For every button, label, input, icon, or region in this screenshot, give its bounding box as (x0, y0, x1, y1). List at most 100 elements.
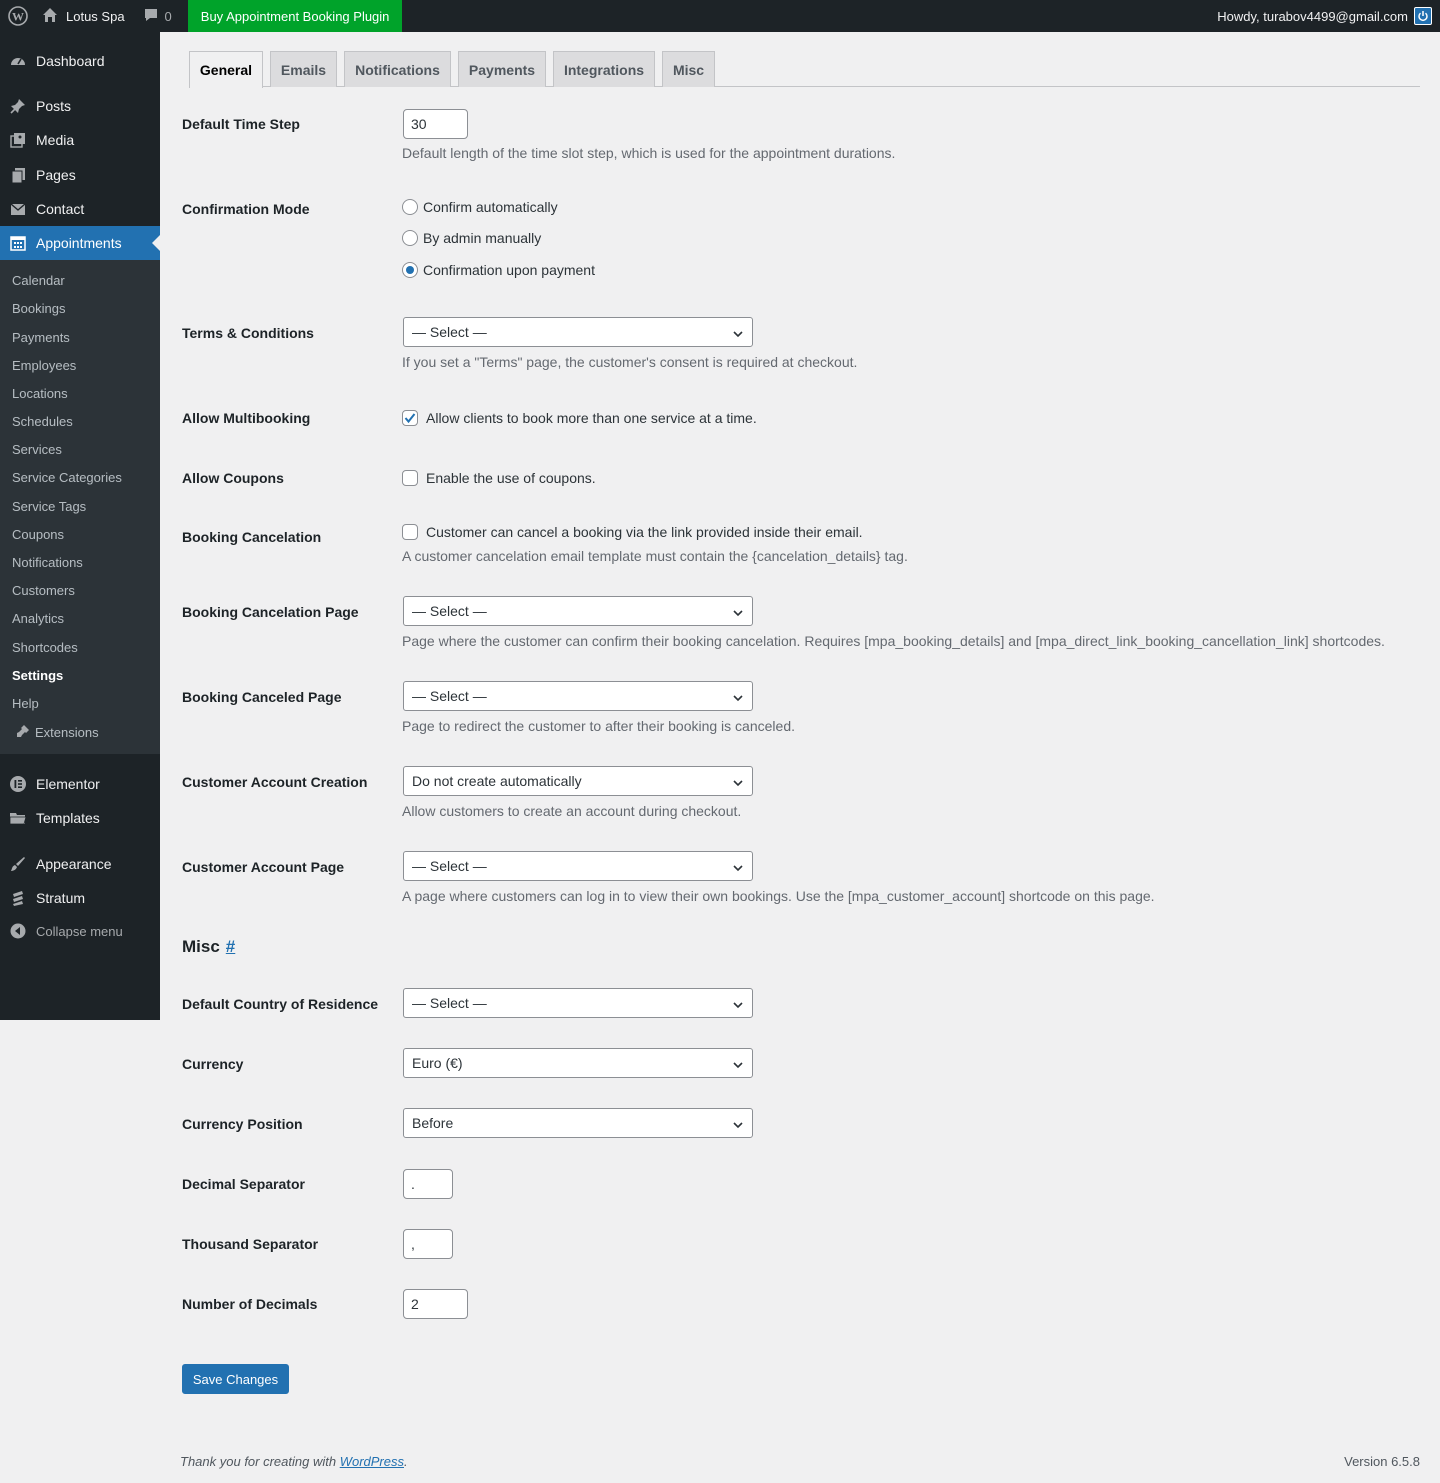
comments-link[interactable]: 0 (133, 0, 180, 32)
menu-stratum[interactable]: Stratum (0, 881, 160, 915)
radio-button[interactable] (402, 199, 418, 215)
menu-label: Templates (36, 810, 100, 826)
menu-templates[interactable]: Templates (0, 801, 160, 835)
submenu-locations[interactable]: Locations (12, 386, 68, 401)
collapse-label: Collapse menu (36, 923, 123, 939)
thousand-separator-label: Thousand Separator (182, 1236, 319, 1252)
coupons-label: Allow Coupons (182, 470, 284, 486)
admin-footer: Thank you for creating with WordPress. V… (180, 1454, 1420, 1469)
terms-description: If you set a "Terms" page, the customer'… (402, 354, 858, 370)
multibooking-checkbox-row[interactable]: Allow clients to book more than one serv… (402, 410, 757, 426)
buy-plugin-button[interactable]: Buy Appointment Booking Plugin (187, 0, 403, 32)
select-value: — Select — (412, 858, 487, 874)
submenu-employees[interactable]: Employees (12, 358, 76, 373)
select-value: — Select — (412, 995, 487, 1011)
wordpress-logo-icon[interactable]: W (0, 0, 36, 32)
envelope-icon (0, 200, 36, 218)
submenu-schedules[interactable]: Schedules (12, 414, 73, 429)
country-select[interactable]: — Select — (403, 988, 753, 1018)
canceled-page-select[interactable]: — Select — (403, 681, 753, 711)
thousand-separator-input[interactable]: , (403, 1229, 453, 1259)
coupons-checkbox-row[interactable]: Enable the use of coupons. (402, 470, 596, 486)
menu-media[interactable]: Media (0, 123, 160, 157)
select-value: Before (412, 1115, 454, 1131)
howdy-text: Howdy, turabov4499@gmail.com (1217, 8, 1408, 24)
cancelation-checkbox-row[interactable]: Customer can cancel a booking via the li… (402, 524, 863, 540)
misc-heading-text: Misc (182, 937, 220, 956)
checkbox-label: Allow clients to book more than one serv… (426, 410, 757, 426)
submenu-coupons[interactable]: Coupons (12, 527, 64, 542)
menu-label: Elementor (36, 776, 100, 792)
radio-button[interactable] (402, 230, 418, 246)
decimals-label: Number of Decimals (182, 1296, 318, 1312)
radio-admin-manually[interactable]: By admin manually (402, 230, 541, 246)
submenu-help[interactable]: Help (12, 696, 39, 711)
account-menu[interactable]: Howdy, turabov4499@gmail.com (1217, 7, 1440, 25)
radio-button-selected[interactable] (402, 262, 418, 278)
chevron-down-icon (732, 606, 744, 622)
site-name-link[interactable]: Lotus Spa (36, 0, 133, 32)
currency-label: Currency (182, 1056, 244, 1072)
comment-icon (143, 7, 159, 26)
decimals-input[interactable]: 2 (403, 1289, 468, 1319)
tab-payments[interactable]: Payments (458, 51, 546, 87)
submenu-calendar[interactable]: Calendar (12, 273, 65, 288)
submenu-service-tags[interactable]: Service Tags (12, 499, 86, 514)
menu-appointments[interactable]: Appointments (0, 226, 160, 260)
menu-posts[interactable]: Posts (0, 89, 160, 123)
select-value: — Select — (412, 324, 487, 340)
coupons-checkbox[interactable] (402, 470, 418, 486)
submenu-notifications[interactable]: Notifications (12, 555, 83, 570)
misc-anchor-link[interactable]: # (226, 937, 235, 956)
menu-dashboard[interactable]: Dashboard (0, 44, 160, 78)
tab-general[interactable]: General (189, 51, 263, 88)
account-creation-select[interactable]: Do not create automatically (403, 766, 753, 796)
submenu-shortcodes[interactable]: Shortcodes (12, 640, 78, 655)
terms-select[interactable]: — Select — (403, 317, 753, 347)
save-changes-button[interactable]: Save Changes (182, 1364, 289, 1394)
tab-misc[interactable]: Misc (662, 51, 715, 87)
home-icon (42, 7, 58, 26)
cancelation-page-select[interactable]: — Select — (403, 596, 753, 626)
submenu-bookings[interactable]: Bookings (12, 301, 65, 316)
tab-emails[interactable]: Emails (270, 51, 337, 87)
wordpress-link[interactable]: WordPress (340, 1454, 404, 1469)
chevron-down-icon (732, 1058, 744, 1074)
cancelation-checkbox[interactable] (402, 524, 418, 540)
submenu-customers[interactable]: Customers (12, 583, 75, 598)
radio-confirm-automatically[interactable]: Confirm automatically (402, 199, 558, 215)
submenu-services[interactable]: Services (12, 442, 62, 457)
tab-notifications[interactable]: Notifications (344, 51, 451, 87)
submenu-service-categories[interactable]: Service Categories (12, 470, 122, 485)
currency-position-select[interactable]: Before (403, 1108, 753, 1138)
account-page-select[interactable]: — Select — (403, 851, 753, 881)
power-icon[interactable] (1414, 7, 1432, 25)
menu-appearance[interactable]: Appearance (0, 847, 160, 881)
submenu-analytics[interactable]: Analytics (12, 611, 64, 626)
confirmation-mode-label: Confirmation Mode (182, 201, 310, 217)
multibooking-label: Allow Multibooking (182, 410, 311, 426)
menu-label: Dashboard (36, 53, 105, 69)
currency-select[interactable]: Euro (€) (403, 1048, 753, 1078)
checkbox-label: Enable the use of coupons. (426, 470, 596, 486)
checkbox-label: Customer can cancel a booking via the li… (426, 524, 863, 540)
submenu-extensions[interactable]: Extensions (16, 724, 99, 741)
select-value: Do not create automatically (412, 773, 582, 789)
chevron-down-icon (732, 776, 744, 792)
collapse-menu-button[interactable]: Collapse menu (0, 919, 123, 943)
menu-contact[interactable]: Contact (0, 192, 160, 226)
tab-integrations[interactable]: Integrations (553, 51, 655, 87)
brush-icon (0, 855, 36, 873)
submenu-payments[interactable]: Payments (12, 330, 70, 345)
select-value: Euro (€) (412, 1055, 463, 1071)
menu-elementor[interactable]: Elementor (0, 767, 160, 801)
footer-thanks: Thank you for creating with WordPress. (180, 1454, 408, 1469)
account-page-label: Customer Account Page (182, 859, 345, 875)
multibooking-checkbox[interactable] (402, 410, 418, 426)
submenu-settings[interactable]: Settings (12, 668, 63, 683)
decimal-separator-input[interactable]: . (403, 1169, 453, 1199)
time-step-input[interactable]: 30 (403, 109, 468, 139)
menu-pages[interactable]: Pages (0, 158, 160, 192)
radio-confirmation-upon-payment[interactable]: Confirmation upon payment (402, 262, 595, 278)
settings-tabs: General Emails Notifications Payments In… (189, 51, 1420, 88)
